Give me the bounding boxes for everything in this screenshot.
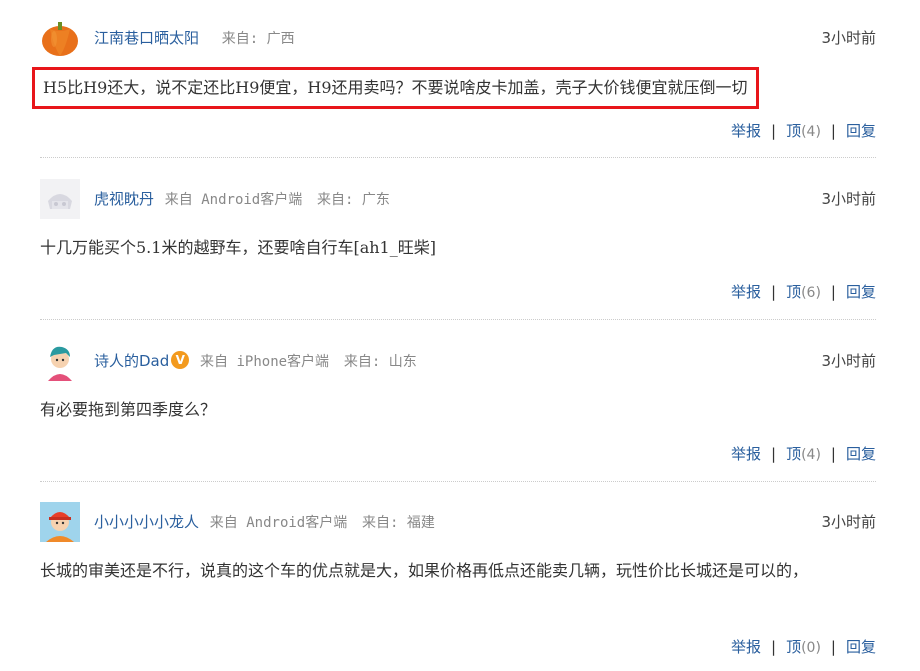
post-time: 3小时前 bbox=[821, 352, 876, 370]
divider bbox=[40, 481, 876, 482]
default-avatar[interactable] bbox=[40, 179, 80, 219]
separator: | bbox=[830, 122, 836, 140]
comment-content: 十几万能买个5.1米的越野车，还要啥自行车[ah1_旺柴] bbox=[40, 238, 436, 257]
upvote-count: (6) bbox=[801, 285, 821, 301]
reply-link[interactable]: 回复 bbox=[846, 283, 876, 301]
report-link[interactable]: 举报 bbox=[731, 445, 761, 463]
separator: | bbox=[771, 638, 777, 656]
comment-actions: 举报 | 顶(4) | 回复 bbox=[731, 443, 876, 464]
comment-content: H5比H9还大，说不定还比H9便宜，H9还用卖吗？不要说啥皮卡加盖，壳子大价钱便… bbox=[32, 67, 759, 109]
comment-actions: 举报 | 顶(6) | 回复 bbox=[731, 281, 876, 302]
upvote-label: 顶 bbox=[786, 283, 802, 301]
user-line: 虎视眈丹 来自 Android客户端 来自: 广东 bbox=[94, 179, 390, 219]
comment-actions: 举报 | 顶(0) | 回复 bbox=[731, 636, 876, 657]
upvote-count: (4) bbox=[801, 447, 821, 463]
client-label: 来自 Android客户端 bbox=[209, 515, 348, 531]
separator: | bbox=[771, 122, 777, 140]
separator: | bbox=[830, 283, 836, 301]
username-link[interactable]: 虎视眈丹 bbox=[94, 190, 154, 208]
upvote-link[interactable]: 顶(4) bbox=[786, 445, 821, 463]
separator: | bbox=[830, 638, 836, 656]
reply-link[interactable]: 回复 bbox=[846, 445, 876, 463]
pumpkin-avatar[interactable] bbox=[40, 17, 80, 57]
comment-actions: 举报 | 顶(4) | 回复 bbox=[731, 120, 876, 141]
post-time: 3小时前 bbox=[821, 190, 876, 208]
region-label: 来自: 广东 bbox=[317, 192, 390, 208]
reply-link[interactable]: 回复 bbox=[846, 638, 876, 656]
report-link[interactable]: 举报 bbox=[731, 283, 761, 301]
divider bbox=[40, 319, 876, 320]
comment-content: 长城的审美还是不行，说真的这个车的优点就是大，如果价格再低点还能卖几辆，玩性价比… bbox=[40, 561, 809, 580]
verified-badge-icon: V bbox=[171, 351, 190, 369]
report-link[interactable]: 举报 bbox=[731, 638, 761, 656]
upvote-link[interactable]: 顶(6) bbox=[786, 283, 821, 301]
upvote-label: 顶 bbox=[786, 445, 802, 463]
client-label: 来自 Android客户端 bbox=[164, 192, 303, 208]
separator: | bbox=[830, 445, 836, 463]
client-label: 来自 iPhone客户端 bbox=[200, 354, 330, 370]
region-label: 来自: 广西 bbox=[221, 31, 295, 47]
divider bbox=[40, 157, 876, 158]
region-label: 来自: 福建 bbox=[362, 515, 435, 531]
username-link[interactable]: 小小小小小龙人 bbox=[94, 513, 199, 531]
user-line: 诗人的Dad V 来自 iPhone客户端 来自: 山东 bbox=[94, 341, 417, 381]
region-label: 来自: 山东 bbox=[343, 354, 417, 370]
user-line: 江南巷口晒太阳 来自: 广西 bbox=[94, 18, 295, 58]
upvote-link[interactable]: 顶(4) bbox=[786, 122, 821, 140]
report-link[interactable]: 举报 bbox=[731, 122, 761, 140]
upvote-count: (0) bbox=[801, 640, 821, 656]
username-link[interactable]: 江南巷口晒太阳 bbox=[94, 29, 199, 47]
reply-link[interactable]: 回复 bbox=[846, 122, 876, 140]
upvote-label: 顶 bbox=[786, 638, 802, 656]
cartoon-man-cap-avatar[interactable] bbox=[40, 502, 80, 542]
post-time: 3小时前 bbox=[821, 513, 876, 531]
comment-content: 有必要拖到第四季度么？ bbox=[40, 400, 217, 419]
separator: | bbox=[771, 283, 777, 301]
upvote-link[interactable]: 顶(0) bbox=[786, 638, 821, 656]
upvote-label: 顶 bbox=[786, 122, 802, 140]
upvote-count: (4) bbox=[801, 124, 821, 140]
separator: | bbox=[771, 445, 777, 463]
post-time: 3小时前 bbox=[821, 29, 876, 47]
user-line: 小小小小小龙人 来自 Android客户端 来自: 福建 bbox=[94, 502, 435, 542]
username-link[interactable]: 诗人的Dad bbox=[94, 352, 169, 370]
cartoon-boy-avatar[interactable] bbox=[40, 341, 80, 381]
